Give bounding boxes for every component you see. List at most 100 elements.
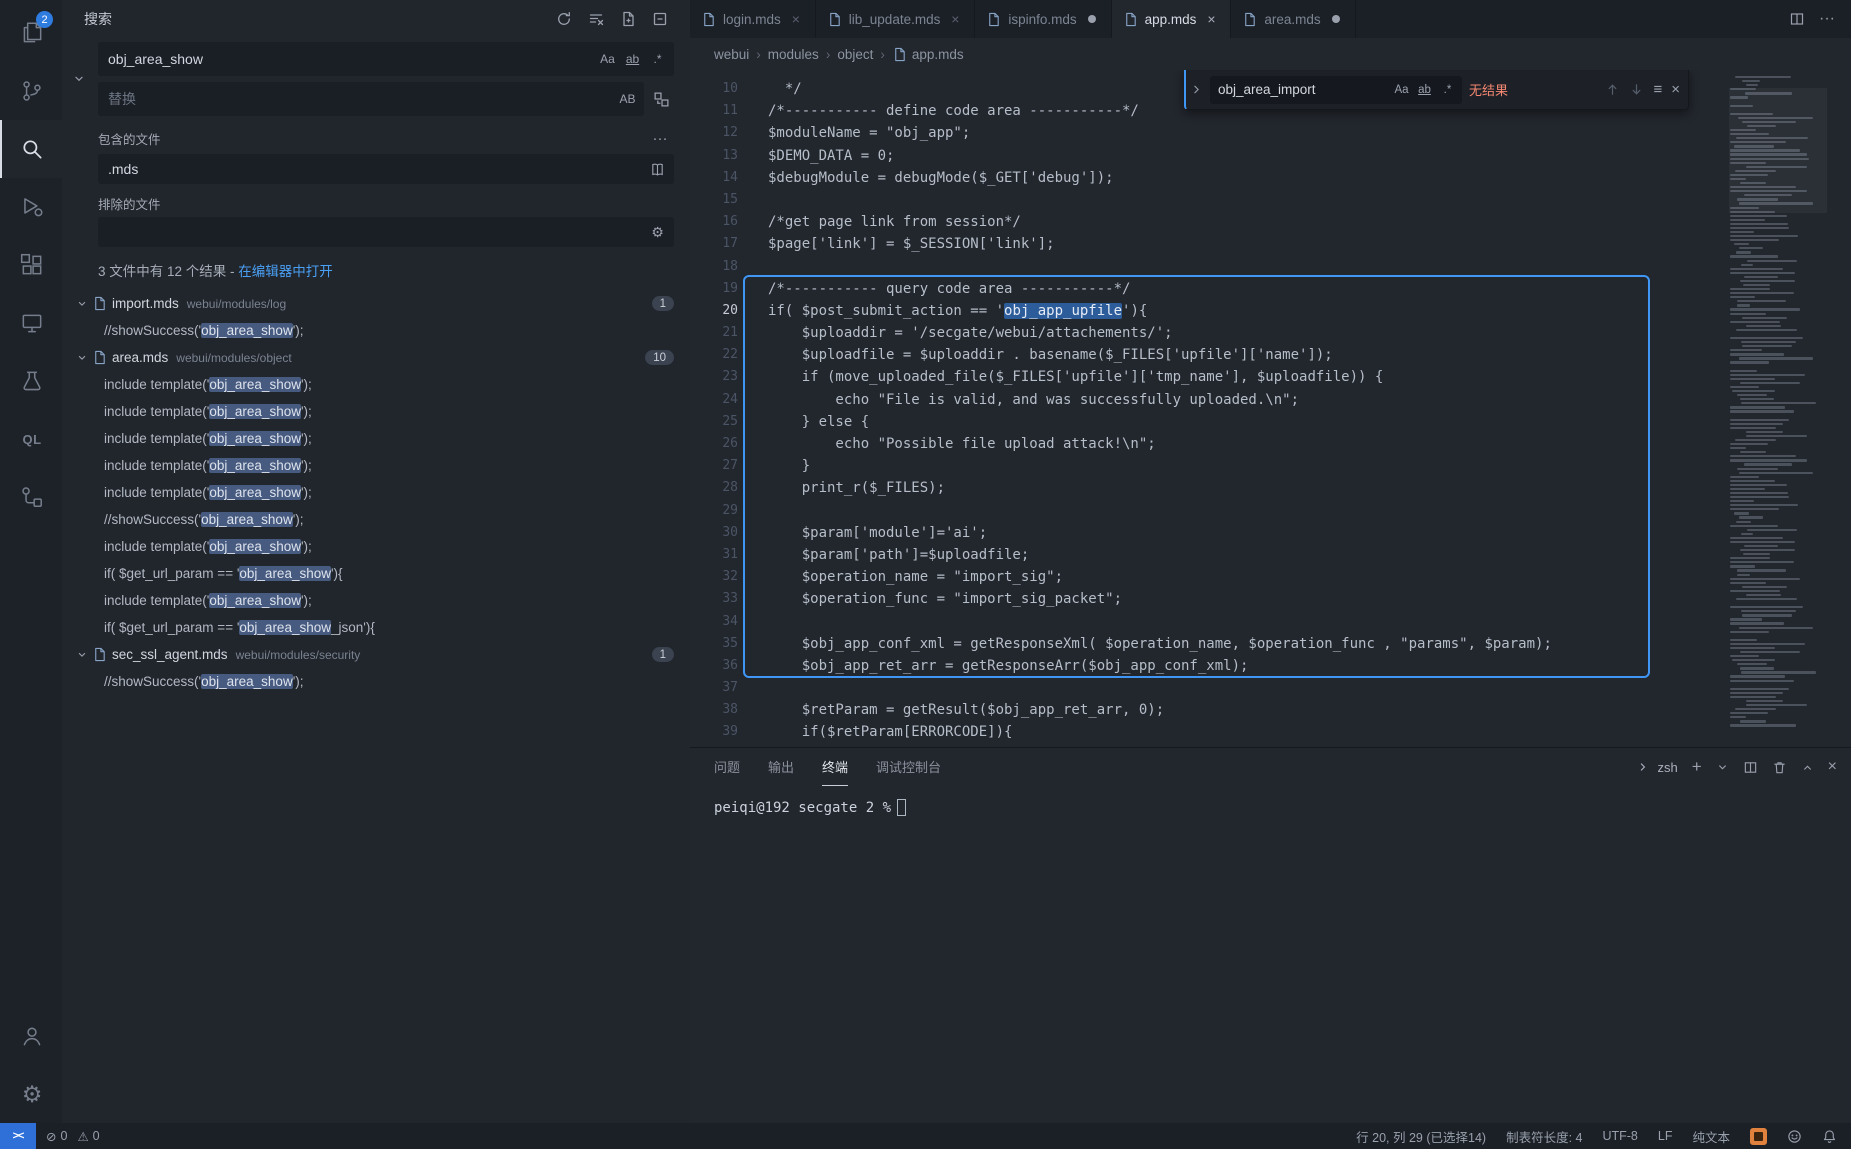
panel-tab[interactable]: 问题 — [714, 748, 740, 786]
editor-gutter[interactable]: 1011121314151617181920212223242526272829… — [690, 70, 768, 747]
search-icon[interactable] — [0, 120, 62, 178]
clear-results-icon[interactable] — [584, 7, 608, 31]
find-result-count: 无结果 — [1469, 80, 1508, 99]
terminal-dropdown-chevron-icon[interactable] — [1716, 761, 1729, 774]
breadcrumb-item[interactable]: object — [837, 47, 873, 62]
notifications-bell-icon[interactable] — [1822, 1129, 1837, 1144]
feedback-icon[interactable] — [1787, 1129, 1802, 1144]
refresh-icon[interactable] — [552, 7, 576, 31]
terminal[interactable]: peiqi@192 secgate 2 % — [690, 786, 1851, 1123]
open-in-editor-link[interactable]: 在编辑器中打开 — [238, 264, 333, 279]
files-exclude-input[interactable] — [108, 224, 644, 240]
breadcrumb-separator: › — [826, 47, 831, 62]
search-result-match-row[interactable]: //showSuccess('obj_area_show'); — [62, 317, 690, 344]
maximize-panel-chevron-icon[interactable] — [1801, 761, 1814, 774]
search-result-match-row[interactable]: include template('obj_area_show'); — [62, 452, 690, 479]
split-terminal-icon[interactable] — [1743, 760, 1758, 775]
remote-explorer-icon[interactable] — [0, 294, 62, 352]
testing-beaker-icon[interactable] — [0, 352, 62, 410]
editor-tab-bar: login.mds×lib_update.mds×ispinfo.mdsapp.… — [690, 0, 1851, 38]
codeql-icon[interactable]: QL — [0, 410, 62, 468]
editor-code[interactable]: *//*----------- define code area -------… — [768, 70, 1851, 747]
find-whole-word-icon[interactable]: ab — [1414, 79, 1435, 100]
close-icon[interactable]: × — [1203, 11, 1219, 27]
run-and-debug-icon[interactable] — [0, 178, 62, 236]
editor-tab[interactable]: login.mds× — [690, 0, 816, 38]
find-in-selection-icon[interactable]: ≡ — [1653, 81, 1662, 98]
search-result-file-row[interactable]: sec_ssl_agent.mdswebui/modules/security1 — [62, 641, 690, 668]
minimap-slider[interactable] — [1729, 88, 1827, 213]
extensions-icon[interactable] — [0, 236, 62, 294]
status-item[interactable]: LF — [1658, 1129, 1673, 1143]
search-result-match-row[interactable]: if( $get_url_param == 'obj_area_show_jso… — [62, 614, 690, 641]
exclude-settings-gear-icon[interactable]: ⚙ — [646, 221, 669, 244]
match-case-icon[interactable]: Aa — [596, 48, 619, 71]
workflow-icon[interactable] — [0, 468, 62, 526]
search-result-match-row[interactable]: include template('obj_area_show'); — [62, 398, 690, 425]
breadcrumb-separator: › — [756, 47, 761, 62]
search-result-file-row[interactable]: area.mdswebui/modules/object10 — [62, 344, 690, 371]
regex-icon[interactable]: .* — [646, 48, 669, 71]
files-include-input[interactable] — [108, 161, 644, 177]
remote-indicator[interactable]: >< — [0, 1123, 36, 1149]
status-right-items: 行 20, 列 29 (已选择14) 制表符长度: 4 UTF-8 LF 纯文本 — [1356, 1127, 1730, 1146]
panel-tab[interactable]: 终端 — [822, 748, 848, 786]
status-item[interactable]: UTF-8 — [1602, 1129, 1637, 1143]
search-result-match-row[interactable]: //showSuccess('obj_area_show'); — [62, 506, 690, 533]
status-item[interactable]: 制表符长度: 4 — [1506, 1127, 1582, 1146]
breadcrumb-file[interactable]: app.mds — [892, 47, 964, 62]
overview-ruler[interactable] — [1827, 70, 1851, 747]
more-actions-icon[interactable]: ··· — [1819, 10, 1835, 28]
new-terminal-icon[interactable]: + — [1692, 757, 1702, 777]
search-result-match-row[interactable]: include template('obj_area_show'); — [62, 587, 690, 614]
status-item[interactable]: 纯文本 — [1692, 1127, 1730, 1146]
find-previous-icon[interactable] — [1605, 82, 1620, 97]
toggle-search-details-icon[interactable]: ··· — [648, 126, 672, 150]
find-toggle-chevron-icon[interactable] — [1190, 83, 1203, 96]
search-result-match-row[interactable]: if( $get_url_param == 'obj_area_show'){ — [62, 560, 690, 587]
search-results-list: import.mdswebui/modules/log1//showSucces… — [62, 286, 690, 1123]
replace-input[interactable] — [108, 91, 614, 107]
kill-terminal-trash-icon[interactable] — [1772, 760, 1787, 775]
search-result-match-row[interactable]: include template('obj_area_show'); — [62, 533, 690, 560]
accounts-icon[interactable] — [0, 1007, 62, 1065]
preserve-case-icon[interactable]: AB — [616, 88, 639, 111]
find-regex-icon[interactable]: .* — [1437, 79, 1458, 100]
editor-tab[interactable]: lib_update.mds× — [816, 0, 976, 38]
find-input[interactable] — [1218, 82, 1389, 97]
find-match-case-icon[interactable]: Aa — [1391, 79, 1412, 100]
collapse-all-icon[interactable] — [648, 7, 672, 31]
find-next-icon[interactable] — [1629, 82, 1644, 97]
breadcrumb-item[interactable]: modules — [768, 47, 819, 62]
new-search-editor-icon[interactable] — [616, 7, 640, 31]
replace-all-icon[interactable] — [648, 86, 674, 112]
split-editor-icon[interactable] — [1789, 11, 1805, 27]
editor-tab[interactable]: app.mds× — [1112, 0, 1232, 38]
search-result-file-row[interactable]: import.mdswebui/modules/log1 — [62, 290, 690, 317]
problems-status[interactable]: ⊘0 ⚠0 — [46, 1129, 100, 1144]
extension-status-icon[interactable] — [1750, 1128, 1767, 1145]
toggle-replace-chevron-icon[interactable] — [68, 42, 90, 116]
close-icon[interactable]: × — [788, 11, 804, 27]
minimap[interactable] — [1729, 70, 1827, 747]
panel-tab[interactable]: 调试控制台 — [876, 748, 941, 786]
source-control-icon[interactable] — [0, 62, 62, 120]
search-result-match-row[interactable]: //showSuccess('obj_area_show'); — [62, 668, 690, 695]
search-result-match-row[interactable]: include template('obj_area_show'); — [62, 479, 690, 506]
find-close-icon[interactable]: × — [1671, 81, 1680, 98]
settings-gear-icon[interactable]: ⚙ — [0, 1065, 62, 1123]
panel-tab[interactable]: 输出 — [768, 748, 794, 786]
close-panel-icon[interactable]: × — [1828, 758, 1837, 776]
search-input[interactable] — [108, 51, 594, 67]
explorer-icon[interactable]: 2 — [0, 4, 62, 62]
editor-tab[interactable]: area.mds — [1231, 0, 1355, 38]
close-icon[interactable]: × — [947, 11, 963, 27]
breadcrumb-item[interactable]: webui — [714, 47, 749, 62]
status-item[interactable]: 行 20, 列 29 (已选择14) — [1356, 1127, 1486, 1146]
terminal-shell-selector[interactable]: zsh — [1637, 760, 1677, 775]
search-result-match-row[interactable]: include template('obj_area_show'); — [62, 371, 690, 398]
search-result-match-row[interactable]: include template('obj_area_show'); — [62, 425, 690, 452]
open-editors-only-icon[interactable] — [646, 158, 669, 181]
whole-word-icon[interactable]: ab — [621, 48, 644, 71]
editor-tab[interactable]: ispinfo.mds — [975, 0, 1111, 38]
